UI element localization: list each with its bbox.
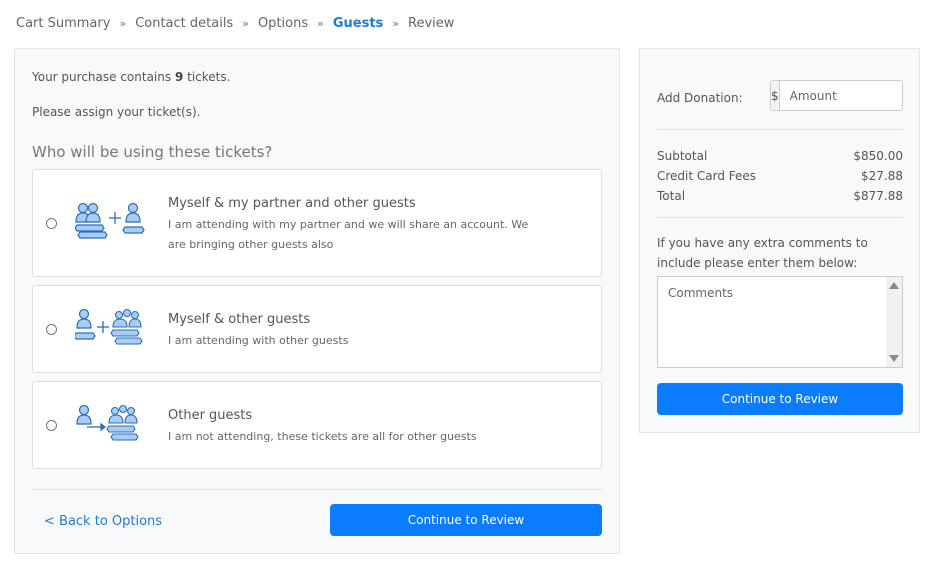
summary-divider <box>657 129 903 130</box>
continue-to-review-button[interactable]: Continue to Review <box>330 504 602 536</box>
total-value: $877.88 <box>853 189 903 203</box>
credit-card-fees-label: Credit Card Fees <box>657 169 757 183</box>
sidebar-continue-to-review-button[interactable]: Continue to Review <box>657 383 903 415</box>
total-label: Total <box>657 189 686 203</box>
purchase-suffix: tickets. <box>183 70 231 84</box>
other-guests-icon <box>75 404 145 449</box>
scroll-down-arrow-icon[interactable] <box>889 355 899 362</box>
currency-prefix: $ <box>771 81 780 110</box>
breadcrumb-guests: Guests <box>332 16 384 31</box>
comments-textarea[interactable] <box>658 277 887 367</box>
donation-input-group: $ <box>770 80 934 111</box>
comments-box <box>657 276 903 368</box>
comments-label: If you have any extra comments to includ… <box>657 236 868 270</box>
option-other-guests[interactable]: Other guests I am not attending, these t… <box>32 381 602 469</box>
total-row: Total $877.88 <box>657 186 903 206</box>
donation-label: Add Donation: <box>657 91 743 105</box>
panel-divider <box>32 489 602 490</box>
order-totals: Subtotal $850.00 Credit Card Fees $27.88… <box>657 146 903 206</box>
option-self-and-guests[interactable]: Myself & other guests I am attending wit… <box>32 285 602 373</box>
breadcrumb-options[interactable]: Options <box>258 16 308 31</box>
breadcrumb-review: Review <box>408 16 455 31</box>
option-title: Myself & my partner and other guests <box>168 196 416 211</box>
breadcrumb-separator: » <box>317 17 324 30</box>
breadcrumb-cart-summary[interactable]: Cart Summary <box>16 16 110 31</box>
breadcrumb-separator: » <box>392 17 400 30</box>
subtotal-row: Subtotal $850.00 <box>657 146 903 166</box>
option-radio[interactable] <box>46 324 57 335</box>
option-radio[interactable] <box>46 218 57 229</box>
option-radio[interactable] <box>46 420 57 431</box>
option-title: Myself & other guests <box>168 312 311 327</box>
option-partner-and-guests[interactable]: Myself & my partner and other guests I a… <box>32 169 602 277</box>
breadcrumb: Cart Summary » Contact details » Options… <box>16 16 454 31</box>
option-title: Other guests <box>168 408 253 423</box>
breadcrumb-contact-details[interactable]: Contact details <box>135 16 233 31</box>
assign-instruction: Please assign your ticket(s). <box>32 105 201 119</box>
order-summary-panel: Add Donation: $ Subtotal $850.00 Credit … <box>639 48 934 433</box>
option-description: I am attending with my partner and we wi… <box>168 218 529 251</box>
breadcrumb-separator: » <box>242 17 249 30</box>
breadcrumb-separator: » <box>119 17 127 30</box>
option-description: I am attending with other guests <box>168 334 349 347</box>
self-and-guests-icon <box>73 308 145 353</box>
purchase-prefix: Your purchase contains <box>32 70 175 84</box>
option-description: I am not attending, these tickets are al… <box>168 430 477 443</box>
summary-divider <box>657 217 903 218</box>
credit-card-fees-row: Credit Card Fees $27.88 <box>657 166 903 186</box>
subtotal-value: $850.00 <box>853 149 903 163</box>
scroll-up-arrow-icon[interactable] <box>889 282 899 289</box>
credit-card-fees-value: $27.88 <box>861 169 903 183</box>
partner-and-guests-icon <box>74 202 145 247</box>
question-heading: Who will be using these tickets? <box>32 143 273 161</box>
subtotal-label: Subtotal <box>657 149 708 163</box>
guest-assignment-panel: Your purchase contains 9 tickets. Please… <box>14 48 620 554</box>
back-to-options-link[interactable]: < Back to Options <box>44 514 162 529</box>
purchase-summary: Your purchase contains 9 tickets. <box>32 70 230 84</box>
comments-scrollbar[interactable] <box>886 277 902 367</box>
donation-amount-input[interactable] <box>779 81 934 110</box>
